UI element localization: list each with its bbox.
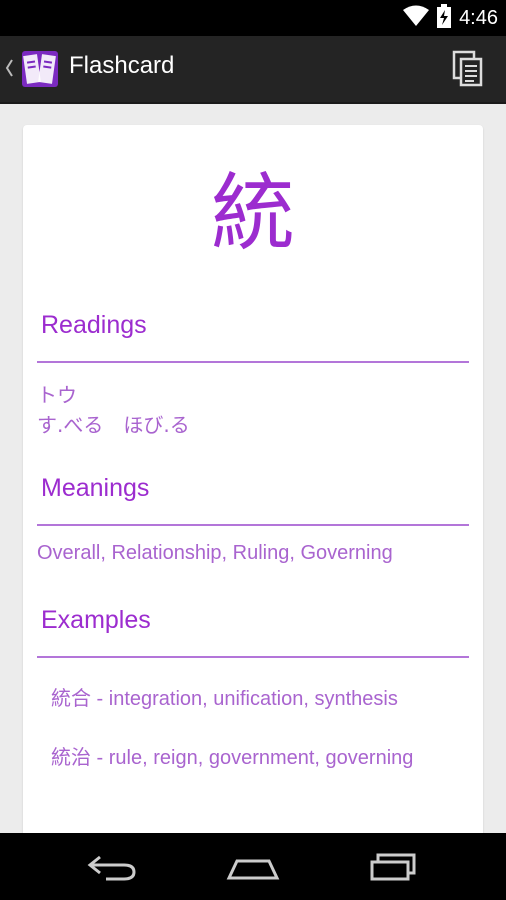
- navigation-bar: [0, 833, 506, 900]
- recents-icon[interactable]: [368, 853, 420, 885]
- flashcard: 統 Readings トウ す.べる ほび.る Meanings Overall…: [23, 125, 483, 833]
- battery-charging-icon: [437, 4, 452, 32]
- example-item: 統合 - integration, unification, synthesis: [51, 688, 398, 710]
- examples-heading: Examples: [41, 606, 151, 634]
- readings-divider: [37, 361, 469, 363]
- status-icons: 4:46: [403, 0, 498, 36]
- wifi-icon: [403, 5, 430, 31]
- example-item: 統治 - rule, reign, government, governing: [51, 747, 414, 769]
- home-icon[interactable]: [226, 853, 280, 885]
- app-logo-icon[interactable]: [19, 49, 61, 89]
- readings-heading: Readings: [41, 311, 147, 339]
- action-bar: Flashcard: [0, 36, 506, 104]
- copy-icon[interactable]: [450, 50, 486, 88]
- reading-on: トウ: [37, 383, 77, 407]
- kanji-character: 統: [210, 164, 295, 262]
- up-chevron-icon[interactable]: [4, 58, 14, 78]
- reading-kun: す.べる ほび.る: [37, 413, 190, 437]
- content-area[interactable]: 統 Readings トウ す.べる ほび.る Meanings Overall…: [0, 103, 506, 833]
- app-title: Flashcard: [69, 52, 175, 79]
- back-icon[interactable]: [86, 853, 138, 885]
- meanings-heading: Meanings: [41, 474, 150, 502]
- meanings-divider: [37, 524, 469, 526]
- status-time: 4:46: [459, 6, 498, 29]
- status-bar: 4:46: [0, 0, 506, 36]
- meanings-text: Overall, Relationship, Ruling, Governing: [37, 542, 393, 564]
- examples-divider: [37, 656, 469, 658]
